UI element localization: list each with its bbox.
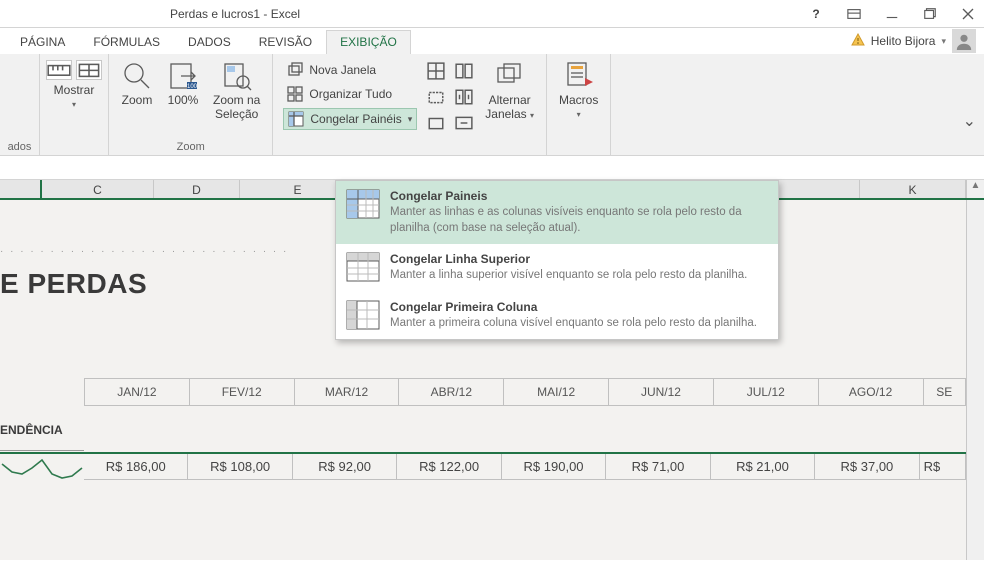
values-row: R$ 186,00 R$ 108,00 R$ 92,00 R$ 122,00 R… [0, 452, 966, 480]
value-cell[interactable]: R$ 186,00 [84, 454, 188, 480]
account-area[interactable]: Helito Bijora ▾ [851, 28, 976, 54]
month-cell[interactable]: MAR/12 [295, 378, 400, 406]
chevron-down-icon: ▾ [72, 100, 76, 109]
sync-scroll-button[interactable] [455, 88, 473, 106]
macros-button[interactable]: Macros ▾ [553, 58, 604, 121]
title-bar: Perdas e lucros1 - Excel ? [0, 0, 984, 28]
month-cell[interactable]: SE [924, 378, 967, 406]
ribbon-display-options[interactable] [842, 4, 866, 24]
value-cell[interactable]: R$ 71,00 [606, 454, 710, 480]
freeze-panes-icon [346, 189, 380, 219]
months-row: JAN/12 FEV/12 MAR/12 ABR/12 MAI/12 JUN/1… [0, 378, 966, 406]
tendencia-row: ENDÊNCIA [0, 423, 966, 451]
tendencia-label: ENDÊNCIA [0, 423, 84, 451]
freeze-panes-menu: Congelar Paineis Manter as linhas e as c… [335, 180, 779, 340]
select-all-corner[interactable] [0, 180, 42, 198]
value-cell[interactable]: R$ 190,00 [502, 454, 606, 480]
restore-button[interactable] [918, 4, 942, 24]
unhide-button[interactable] [427, 114, 445, 132]
mostrar-button[interactable]: Mostrar ▾ [54, 84, 95, 109]
hide-button[interactable] [427, 88, 445, 106]
freeze-top-row-icon [346, 252, 380, 282]
group-views-partial: ados [0, 54, 40, 155]
freeze-top-row-option[interactable]: Congelar Linha Superior Manter a linha s… [336, 244, 778, 292]
group-label-macros [553, 139, 604, 153]
warning-icon [851, 33, 865, 50]
freeze-first-column-option[interactable]: Congelar Primeira Coluna Manter a primei… [336, 292, 778, 340]
col-header-c[interactable]: C [42, 180, 154, 198]
freeze-panes-button[interactable]: Congelar Painéis ▾ [283, 108, 417, 130]
month-cell[interactable]: FEV/12 [190, 378, 295, 406]
freeze-first-column-icon [346, 300, 380, 330]
sheet-title: E PERDAS [0, 268, 147, 300]
tab-exibicao[interactable]: EXIBIÇÃO [326, 30, 411, 54]
minimize-button[interactable] [880, 4, 904, 24]
svg-text:100: 100 [187, 84, 198, 90]
tab-dados[interactable]: DADOS [174, 30, 245, 54]
sparkline-icon [0, 454, 84, 482]
value-cell[interactable]: R$ 122,00 [397, 454, 501, 480]
group-zoom: Zoom 100 100% Zoom naSeleção Zoom [109, 54, 273, 155]
zoom-selection-button[interactable]: Zoom naSeleção [207, 58, 266, 124]
group-window: Nova Janela Organizar Tudo Congelar Pain… [273, 54, 547, 155]
value-cell[interactable]: R$ 108,00 [188, 454, 292, 480]
tab-formulas[interactable]: FÓRMULAS [79, 30, 174, 54]
month-cell[interactable]: AGO/12 [819, 378, 924, 406]
ribbon-tabs: PÁGINA FÓRMULAS DADOS REVISÃO EXIBIÇÃO H… [0, 28, 984, 54]
group-macros: Macros ▾ [547, 54, 611, 155]
help-button[interactable]: ? [804, 4, 828, 24]
ribbon: ados Mostrar ▾ Zoom 100 100% [0, 54, 984, 156]
ruler-toggle-icon[interactable] [46, 60, 72, 80]
scroll-up-arrow[interactable]: ▲ [966, 180, 984, 198]
tab-pagina[interactable]: PÁGINA [6, 30, 79, 54]
dotted-separator: · · · · · · · · · · · · · · · · · · · · … [0, 246, 288, 257]
month-cell[interactable]: MAI/12 [504, 378, 609, 406]
value-cell[interactable]: R$ 92,00 [293, 454, 397, 480]
switch-windows-button[interactable]: AlternarJanelas ▾ [479, 58, 540, 124]
zoom-button[interactable]: Zoom [115, 58, 159, 110]
close-button[interactable] [956, 4, 980, 24]
collapse-ribbon-button[interactable]: ⌄ [963, 111, 976, 131]
month-cell[interactable]: ABR/12 [399, 378, 504, 406]
group-label-window [279, 139, 540, 153]
col-header-k[interactable]: K [860, 180, 966, 198]
avatar-icon [952, 29, 976, 53]
value-cell[interactable]: R$ 37,00 [815, 454, 919, 480]
tab-revisao[interactable]: REVISÃO [245, 30, 326, 54]
scroll-up-icon[interactable] [967, 200, 984, 216]
window-title: Perdas e lucros1 - Excel [170, 7, 300, 21]
col-header-d[interactable]: D [154, 180, 240, 198]
month-cell[interactable]: JUL/12 [714, 378, 819, 406]
group-label-zoom: Zoom [115, 139, 266, 153]
group-label-mostrar [46, 139, 102, 153]
vertical-scrollbar[interactable] [966, 200, 984, 560]
group-mostrar: Mostrar ▾ [40, 54, 109, 155]
month-cell[interactable]: JAN/12 [84, 378, 190, 406]
formula-bar[interactable] [0, 156, 984, 180]
split-button[interactable] [427, 62, 445, 80]
arrange-all-button[interactable]: Organizar Tudo [283, 84, 417, 104]
value-cell[interactable]: R$ 21,00 [711, 454, 815, 480]
new-window-button[interactable]: Nova Janela [283, 60, 417, 80]
gridlines-toggle-icon[interactable] [76, 60, 102, 80]
zoom-100-button[interactable]: 100 100% [161, 58, 205, 110]
view-side-by-side-button[interactable] [455, 62, 473, 80]
freeze-panes-option[interactable]: Congelar Paineis Manter as linhas e as c… [336, 181, 778, 244]
month-cell[interactable]: JUN/12 [609, 378, 714, 406]
value-cell[interactable]: R$ [920, 454, 966, 480]
reset-position-button[interactable] [455, 114, 473, 132]
chevron-down-icon: ▾ [408, 114, 413, 125]
group-label-views: ados [6, 139, 33, 153]
chevron-down-icon: ▾ [577, 110, 581, 119]
account-name: Helito Bijora [871, 34, 936, 48]
account-caret: ▾ [941, 36, 946, 47]
